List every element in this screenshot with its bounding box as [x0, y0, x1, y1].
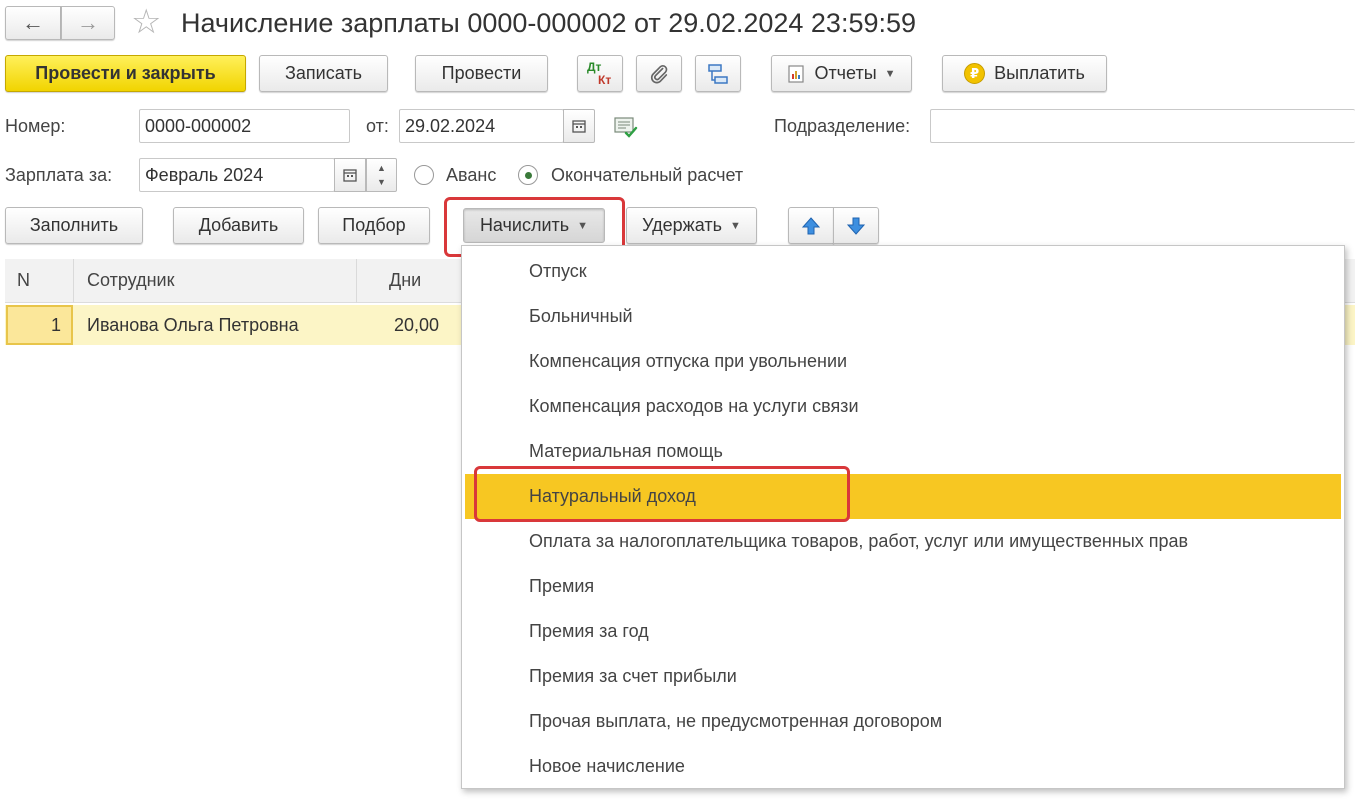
- stepper-down-icon[interactable]: ▼: [377, 175, 386, 189]
- hierarchy-icon: [708, 63, 728, 84]
- attach-button[interactable]: [636, 55, 682, 92]
- period-stepper[interactable]: ▲ ▼: [366, 158, 397, 192]
- division-label: Подразделение:: [774, 116, 911, 136]
- chevron-down-icon: ▼: [729, 219, 741, 232]
- menu-item-payment-for-taxpayer[interactable]: Оплата за налогоплательщика товаров, раб…: [462, 519, 1344, 564]
- fill-button[interactable]: Заполнить: [5, 207, 143, 244]
- arrow-up-icon: [801, 216, 821, 234]
- column-divider: [73, 259, 74, 303]
- menu-item-other-payment[interactable]: Прочая выплата, не предусмотренная догов…: [462, 699, 1344, 744]
- chevron-down-icon: ▼: [884, 67, 896, 80]
- row-number: 1: [50, 314, 61, 335]
- period-calendar-button[interactable]: [334, 158, 366, 192]
- post-button[interactable]: Провести: [415, 55, 548, 92]
- date-calendar-button[interactable]: [563, 109, 595, 143]
- column-n[interactable]: N: [17, 270, 30, 291]
- ruble-coin-icon: ₽: [964, 63, 986, 84]
- select-button[interactable]: Подбор: [318, 207, 430, 244]
- document-check-icon[interactable]: [613, 114, 639, 140]
- add-button[interactable]: Добавить: [173, 207, 304, 244]
- withhold-label: Удержать: [642, 215, 722, 235]
- dt-kt-button[interactable]: Дт Кт: [577, 55, 623, 92]
- final-settlement-radio[interactable]: [518, 165, 538, 185]
- pay-label: Выплатить: [994, 63, 1085, 83]
- back-button[interactable]: ←: [5, 6, 61, 40]
- column-days[interactable]: Дни: [389, 270, 421, 291]
- favorite-star-icon[interactable]: ☆: [131, 2, 161, 42]
- date-label: от:: [366, 116, 389, 136]
- date-field[interactable]: 29.02.2024: [399, 109, 564, 143]
- row-number-cell[interactable]: 1: [6, 305, 73, 345]
- dt-label: Дт: [587, 59, 602, 74]
- page-title: Начисление зарплаты 0000-000002 от 29.02…: [181, 8, 917, 38]
- move-down-button[interactable]: [833, 207, 879, 244]
- number-field[interactable]: 0000-000002: [139, 109, 350, 143]
- arrow-left-icon: ←: [22, 10, 44, 35]
- employee-cell[interactable]: Иванова Ольга Петровна: [87, 315, 299, 336]
- column-employee[interactable]: Сотрудник: [87, 270, 174, 291]
- post-and-close-button[interactable]: Провести и закрыть: [5, 55, 246, 92]
- paperclip-icon: [650, 64, 668, 83]
- withhold-button[interactable]: Удержать ▼: [626, 207, 757, 244]
- calendar-icon: [572, 120, 586, 133]
- move-up-button[interactable]: [788, 207, 834, 244]
- final-settlement-label[interactable]: Окончательный расчет: [551, 165, 743, 186]
- menu-item-profit-bonus[interactable]: Премия за счет прибыли: [462, 654, 1344, 699]
- chevron-down-icon: ▼: [577, 219, 589, 232]
- reports-label: Отчеты: [814, 63, 877, 83]
- report-icon: [788, 64, 805, 83]
- structure-button[interactable]: [695, 55, 741, 92]
- forward-button[interactable]: →: [61, 6, 115, 40]
- advance-radio[interactable]: [414, 165, 434, 185]
- menu-item-new-accrual[interactable]: Новое начисление: [462, 744, 1344, 789]
- salary-for-label: Зарплата за:: [5, 165, 113, 185]
- menu-item-vacation[interactable]: Отпуск: [462, 249, 1344, 294]
- column-divider: [356, 259, 357, 303]
- pay-button[interactable]: ₽ Выплатить: [942, 55, 1107, 92]
- menu-item-sick-leave[interactable]: Больничный: [462, 294, 1344, 339]
- menu-item-financial-aid[interactable]: Материальная помощь: [462, 429, 1344, 474]
- accrue-label: Начислить: [479, 215, 570, 235]
- number-label: Номер:: [5, 116, 66, 136]
- division-field[interactable]: [930, 109, 1355, 143]
- advance-label[interactable]: Аванс: [446, 165, 496, 186]
- dt-kt-icon: Дт Кт: [585, 60, 615, 88]
- salary-period-field[interactable]: Февраль 2024: [139, 158, 335, 192]
- days-cell[interactable]: 20,00: [394, 315, 439, 336]
- accrue-dropdown-menu: Отпуск Больничный Компенсация отпуска пр…: [461, 245, 1345, 789]
- calendar-icon: [343, 169, 357, 182]
- arrow-down-icon: [846, 217, 866, 235]
- menu-item-bonus[interactable]: Премия: [462, 564, 1344, 609]
- save-button[interactable]: Записать: [259, 55, 388, 92]
- menu-item-communication-compensation[interactable]: Компенсация расходов на услуги связи: [462, 384, 1344, 429]
- accrue-button[interactable]: Начислить ▼: [463, 208, 605, 243]
- arrow-right-icon: →: [77, 10, 99, 35]
- reports-button[interactable]: Отчеты ▼: [771, 55, 912, 92]
- menu-item-annual-bonus[interactable]: Премия за год: [462, 609, 1344, 654]
- menu-item-income-in-kind[interactable]: Натуральный доход: [465, 474, 1341, 519]
- stepper-up-icon[interactable]: ▲: [377, 161, 386, 175]
- kt-label: Кт: [598, 72, 612, 87]
- menu-item-vacation-compensation[interactable]: Компенсация отпуска при увольнении: [462, 339, 1344, 384]
